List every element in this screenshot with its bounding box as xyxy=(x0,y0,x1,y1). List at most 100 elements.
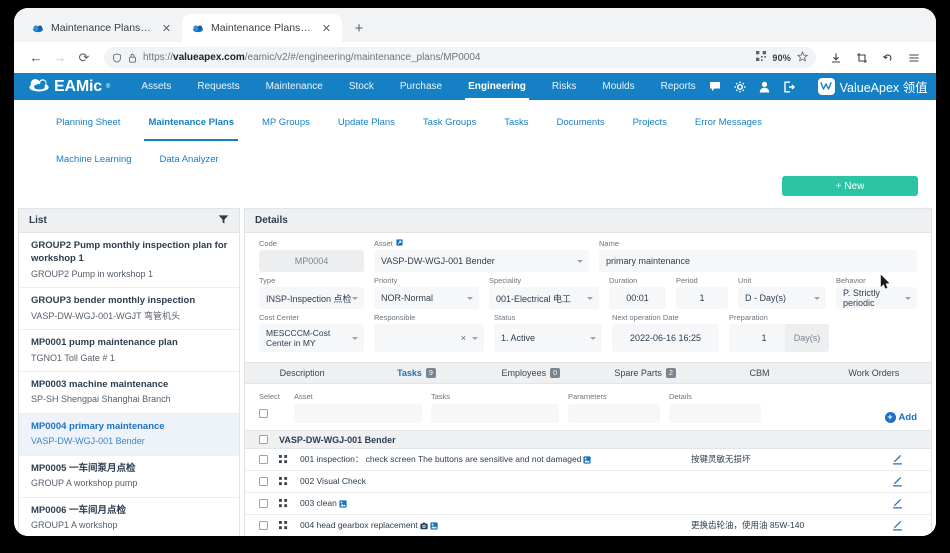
type-select[interactable]: INSP-Inspection 点检 xyxy=(259,287,364,309)
task-row-checkbox[interactable] xyxy=(259,455,268,464)
table-row[interactable]: 003 clean xyxy=(245,493,931,515)
browser-tab-1[interactable]: Maintenance Plans MP0003 ✕ xyxy=(22,14,182,42)
edit-pencil-icon[interactable] xyxy=(877,498,917,509)
drag-handle-icon[interactable] xyxy=(279,477,289,486)
task-group-checkbox[interactable] xyxy=(259,435,268,444)
camera-icon[interactable] xyxy=(420,522,428,530)
back-button[interactable]: ← xyxy=(24,46,48,70)
unit-select[interactable]: D - Day(s) xyxy=(738,287,826,309)
task-row-checkbox[interactable] xyxy=(259,477,268,486)
capture-icon[interactable] xyxy=(850,46,874,70)
task-row-checkbox[interactable] xyxy=(259,499,268,508)
user-icon[interactable] xyxy=(759,81,770,93)
logout-icon[interactable] xyxy=(783,81,795,93)
address-bar[interactable]: https://valueapex.com/eamic/v2/#/enginee… xyxy=(104,47,816,68)
image-icon[interactable] xyxy=(583,456,591,464)
subnav-projects[interactable]: Projects xyxy=(619,104,681,141)
list-item-selected[interactable]: MP0004 primary maintenance VASP-DW-WGJ-0… xyxy=(19,414,239,456)
drag-handle-icon[interactable] xyxy=(279,455,289,464)
download-icon[interactable] xyxy=(824,46,848,70)
image-icon[interactable] xyxy=(430,522,438,530)
edit-pencil-icon[interactable] xyxy=(877,520,917,531)
list-item[interactable]: MP0005 一车间泵月点检 GROUP A workshop pump xyxy=(19,456,239,498)
cost-center-select[interactable]: MESCCCM-Cost Center in MY xyxy=(259,324,364,352)
filter-asset-select[interactable] xyxy=(294,404,422,423)
image-icon[interactable] xyxy=(339,500,347,508)
status-select[interactable]: 1. Active xyxy=(494,324,602,352)
table-row[interactable]: 002 Visual Check xyxy=(245,471,931,493)
filter-parameters-select[interactable] xyxy=(568,404,660,423)
nav-maintenance[interactable]: Maintenance xyxy=(253,73,336,100)
subnav-update-plans[interactable]: Update Plans xyxy=(324,104,409,141)
speciality-select[interactable]: 001-Electrical 电工 xyxy=(489,287,599,309)
nav-purchase[interactable]: Purchase xyxy=(387,73,455,100)
list-item[interactable]: MP0006 一车间月点检 GROUP1 A workshop xyxy=(19,498,239,536)
filter-icon[interactable] xyxy=(218,212,229,230)
forward-button[interactable]: → xyxy=(48,46,72,70)
edit-pencil-icon[interactable] xyxy=(877,454,917,465)
behavior-select[interactable]: P. Strictly periodic xyxy=(836,287,917,309)
subnav-maintenance-plans[interactable]: Maintenance Plans xyxy=(134,104,248,141)
filter-details-input[interactable] xyxy=(669,404,761,423)
task-row-checkbox[interactable] xyxy=(259,521,268,530)
list-item[interactable]: GROUP2 Pump monthly inspection plan for … xyxy=(19,233,239,288)
qr-code-icon[interactable] xyxy=(756,51,766,64)
subnav-data-analyzer[interactable]: Data Analyzer xyxy=(146,141,233,178)
nav-risks[interactable]: Risks xyxy=(539,73,589,100)
browser-tab-1-close-icon[interactable]: ✕ xyxy=(160,22,173,35)
list-item[interactable]: GROUP3 bender monthly inspection VASP-DW… xyxy=(19,288,239,330)
period-input[interactable]: 1 xyxy=(676,287,728,309)
subnav-mp-groups[interactable]: MP Groups xyxy=(248,104,324,141)
reload-button[interactable]: ⟳ xyxy=(72,46,96,70)
table-row[interactable]: 004 head gearbox replacement 更换齿轮油，使用油 8… xyxy=(245,515,931,536)
chat-icon[interactable] xyxy=(709,81,721,92)
history-back-icon[interactable] xyxy=(876,46,900,70)
subnav-tasks[interactable]: Tasks xyxy=(490,104,542,141)
next-operation-date-input[interactable]: 2022-06-16 16:25 xyxy=(612,324,719,352)
filter-tasks-select[interactable] xyxy=(431,404,559,423)
tab-description[interactable]: Description xyxy=(245,363,359,383)
clear-icon[interactable]: × xyxy=(461,333,466,343)
asset-select[interactable]: VASP-DW-WGJ-001 Bender xyxy=(374,250,589,272)
tab-tasks[interactable]: Tasks 9 xyxy=(359,363,473,383)
tab-cbm[interactable]: CBM xyxy=(702,363,816,383)
drag-handle-icon[interactable] xyxy=(279,521,289,530)
add-task-button[interactable]: + Add xyxy=(885,412,917,423)
duration-input[interactable]: 00:01 xyxy=(609,287,666,309)
tab-employees[interactable]: Employees 0 xyxy=(474,363,588,383)
subnav-error-messages[interactable]: Error Messages xyxy=(681,104,776,141)
priority-select[interactable]: NOR-Normal xyxy=(374,287,479,309)
subnav-planning-sheet[interactable]: Planning Sheet xyxy=(42,104,134,141)
subnav-documents[interactable]: Documents xyxy=(543,104,619,141)
app-logo[interactable]: EAMic ® xyxy=(28,76,110,98)
subnav-task-groups[interactable]: Task Groups xyxy=(409,104,490,141)
browser-tab-2[interactable]: Maintenance Plans MP0004 ✕ xyxy=(182,14,342,42)
name-input[interactable]: primary maintenance xyxy=(599,250,917,272)
nav-engineering[interactable]: Engineering xyxy=(455,73,539,100)
tab-work-orders[interactable]: Work Orders xyxy=(817,363,931,383)
drag-handle-icon[interactable] xyxy=(279,499,289,508)
preparation-input[interactable]: 1 Day(s) xyxy=(729,324,829,352)
gear-icon[interactable] xyxy=(734,81,746,93)
new-button[interactable]: + New xyxy=(782,176,918,196)
nav-moulds[interactable]: Moulds xyxy=(589,73,647,100)
zoom-level-label[interactable]: 90% xyxy=(772,53,791,63)
nav-requests[interactable]: Requests xyxy=(184,73,252,100)
maintenance-plan-list[interactable]: GROUP2 Pump monthly inspection plan for … xyxy=(19,233,239,536)
subnav-machine-learning[interactable]: Machine Learning xyxy=(42,141,146,178)
table-row[interactable]: 001 inspection： check screen The buttons… xyxy=(245,449,931,471)
external-link-icon[interactable] xyxy=(396,239,403,248)
hamburger-menu-icon[interactable] xyxy=(902,46,926,70)
nav-stock[interactable]: Stock xyxy=(336,73,387,100)
responsible-select[interactable]: × xyxy=(374,324,484,352)
filter-select-checkbox[interactable] xyxy=(259,409,268,418)
list-item[interactable]: MP0003 machine maintenance SP-SH Shengpa… xyxy=(19,372,239,414)
nav-assets[interactable]: Assets xyxy=(128,73,184,100)
browser-tab-2-close-icon[interactable]: ✕ xyxy=(320,22,333,35)
edit-pencil-icon[interactable] xyxy=(877,476,917,487)
nav-reports[interactable]: Reports xyxy=(648,73,709,100)
list-item[interactable]: MP0001 pump maintenance plan TGNO1 Toll … xyxy=(19,330,239,372)
tab-spare-parts[interactable]: Spare Parts 2 xyxy=(588,363,702,383)
new-tab-button[interactable]: + xyxy=(348,17,370,39)
bookmark-star-icon[interactable] xyxy=(797,51,808,65)
